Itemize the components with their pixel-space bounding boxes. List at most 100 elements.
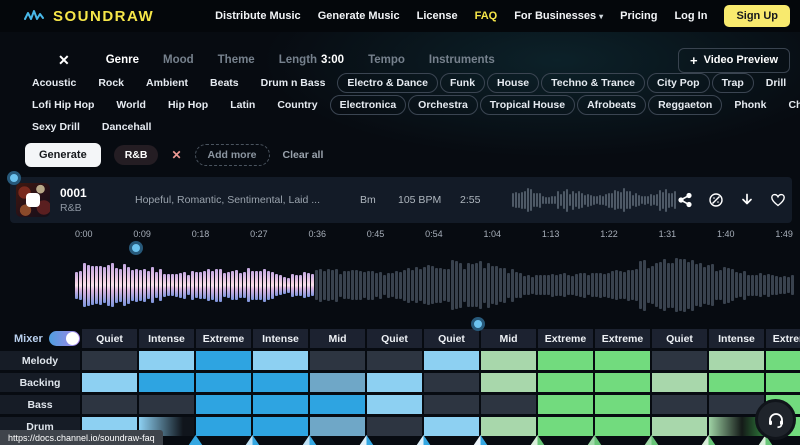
mixer-cell[interactable] [538, 395, 593, 414]
tab-instruments[interactable]: Instruments [429, 54, 495, 66]
close-icon[interactable]: ✕ [58, 52, 70, 69]
mixer-cell[interactable] [82, 351, 137, 370]
mixer-cell[interactable] [481, 351, 536, 370]
mixer-cell[interactable] [196, 373, 251, 392]
genre-chip-afrobeats[interactable]: Afrobeats [577, 95, 646, 115]
mixer-cell[interactable] [481, 373, 536, 392]
mixer-cell[interactable] [253, 417, 308, 436]
fill-triangle[interactable] [526, 435, 549, 445]
mixer-cell[interactable] [367, 417, 422, 436]
genre-chip-country[interactable]: Country [267, 95, 327, 115]
fill-triangle[interactable] [241, 435, 264, 445]
fill-triangle[interactable] [355, 435, 378, 445]
fill-triangle[interactable] [697, 435, 720, 445]
mixer-cell[interactable] [196, 417, 251, 436]
mixer-cell[interactable] [538, 417, 593, 436]
nav-item-distribute-music[interactable]: Distribute Music [215, 10, 301, 22]
genre-chip-trap[interactable]: Trap [712, 73, 754, 93]
mixer-cell[interactable] [766, 373, 800, 392]
mixer-column-header[interactable]: Extreme [196, 329, 251, 348]
main-waveform[interactable] [75, 252, 795, 318]
tab-theme[interactable]: Theme [218, 54, 255, 66]
genre-chip-drum-n-bass[interactable]: Drum n Bass [251, 73, 336, 93]
add-more-button[interactable]: Add more [195, 144, 270, 166]
mixer-column-header[interactable]: Intense [253, 329, 308, 348]
genre-chip-ambient[interactable]: Ambient [136, 73, 198, 93]
track-handle-dot[interactable] [7, 171, 21, 185]
selected-genre-chip[interactable]: R&B [114, 145, 159, 165]
mixer-cell[interactable] [652, 417, 707, 436]
fill-triangle[interactable] [298, 435, 321, 445]
mixer-cell[interactable] [82, 373, 137, 392]
genre-chip-lofi-hip-hop[interactable]: Lofi Hip Hop [22, 95, 104, 115]
mixer-column-header[interactable]: Mid [310, 329, 365, 348]
track-thumbnail[interactable] [16, 183, 50, 217]
genre-chip-world[interactable]: World [106, 95, 156, 115]
mixer-cell[interactable] [652, 373, 707, 392]
genre-chip-sexy-drill[interactable]: Sexy Drill [22, 117, 90, 137]
soundraw-logo[interactable]: SOUNDRAW [24, 8, 154, 25]
mixer-cell[interactable] [367, 373, 422, 392]
mixer-cell[interactable] [595, 417, 650, 436]
genre-chip-house[interactable]: House [487, 73, 539, 93]
section-handle-dot[interactable] [471, 317, 485, 331]
mixer-cell[interactable] [709, 351, 764, 370]
clear-all-button[interactable]: Clear all [283, 149, 324, 161]
generate-button[interactable]: Generate [25, 143, 101, 167]
support-chat-button[interactable] [755, 399, 796, 440]
mixer-cell[interactable] [424, 417, 479, 436]
fill-triangle[interactable] [583, 435, 606, 445]
mixer-cell[interactable] [652, 351, 707, 370]
mixer-cell[interactable] [595, 395, 650, 414]
mixer-cell[interactable] [424, 373, 479, 392]
mixer-column-header[interactable]: Quiet [652, 329, 707, 348]
download-icon[interactable] [739, 192, 755, 208]
favorite-heart-icon[interactable] [770, 192, 786, 208]
genre-chip-beats[interactable]: Beats [200, 73, 249, 93]
mixer-cell[interactable] [538, 351, 593, 370]
mixer-cell[interactable] [709, 373, 764, 392]
mixer-column-header[interactable]: Intense [709, 329, 764, 348]
mixer-column-header[interactable]: Quiet [367, 329, 422, 348]
mixer-column-header[interactable]: Intense [139, 329, 194, 348]
mixer-cell[interactable] [310, 395, 365, 414]
genre-chip-funk[interactable]: Funk [440, 73, 485, 93]
mixer-cell[interactable] [139, 351, 194, 370]
fill-triangle[interactable] [469, 435, 492, 445]
genre-chip-rock[interactable]: Rock [88, 73, 134, 93]
remove-genre-icon[interactable]: ✕ [171, 148, 181, 162]
nav-item-pricing[interactable]: Pricing [620, 10, 657, 22]
mixer-cell[interactable] [82, 395, 137, 414]
nav-item-for-businesses[interactable]: For Businesses▾ [514, 10, 603, 22]
track-row[interactable]: 0001 R&B Hopeful, Romantic, Sentimental,… [10, 177, 792, 223]
sign-up-button[interactable]: Sign Up [724, 5, 790, 27]
mixer-cell[interactable] [367, 395, 422, 414]
genre-chip-phonk[interactable]: Phonk [724, 95, 776, 115]
genre-chip-city-pop[interactable]: City Pop [647, 73, 710, 93]
fill-triangle[interactable] [640, 435, 663, 445]
genre-chip-dancehall[interactable]: Dancehall [92, 117, 162, 137]
mixer-cell[interactable] [766, 351, 800, 370]
genre-chip-drill[interactable]: Drill [756, 73, 796, 93]
nav-item-log-in[interactable]: Log In [674, 10, 707, 22]
mixer-cell[interactable] [424, 395, 479, 414]
genre-chip-electro-dance[interactable]: Electro & Dance [337, 73, 438, 93]
mixer-cell[interactable] [424, 351, 479, 370]
mixer-cell[interactable] [139, 373, 194, 392]
mixer-column-header[interactable]: Quiet [82, 329, 137, 348]
timeline-ruler[interactable]: 0:000:090:180:270:360:450:541:041:131:22… [75, 229, 793, 239]
circle-slash-icon[interactable] [708, 192, 724, 208]
mixer-cell[interactable] [310, 351, 365, 370]
share-icon[interactable] [677, 192, 693, 208]
mixer-cell[interactable] [253, 351, 308, 370]
mixer-column-header[interactable]: Quiet [424, 329, 479, 348]
mixer-cell[interactable] [196, 351, 251, 370]
genre-chip-latin[interactable]: Latin [220, 95, 265, 115]
nav-item-faq[interactable]: FAQ [475, 10, 498, 22]
mixer-cell[interactable] [538, 373, 593, 392]
genre-chip-christmas[interactable]: Christmas [778, 95, 800, 115]
tab-mood[interactable]: Mood [163, 54, 194, 66]
fill-triangle[interactable] [412, 435, 435, 445]
mixer-column-header[interactable]: Extreme [538, 329, 593, 348]
nav-item-license[interactable]: License [417, 10, 458, 22]
